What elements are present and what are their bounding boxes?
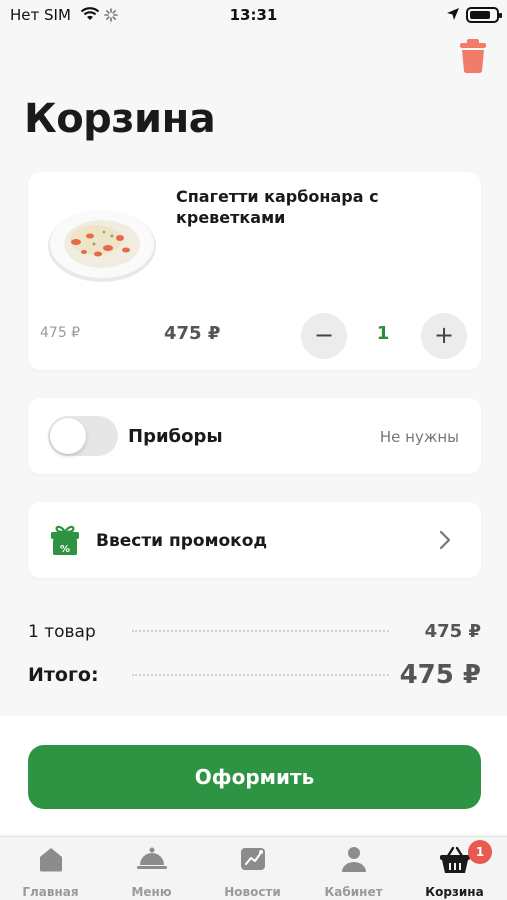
dish-image (46, 206, 158, 286)
tab-label: Кабинет (324, 885, 383, 899)
clear-cart-trash-icon[interactable] (458, 38, 488, 78)
cutlery-label: Приборы (128, 426, 223, 447)
item-name[interactable]: Спагетти карбонара с креветками (176, 186, 466, 228)
cutlery-toggle[interactable] (48, 416, 118, 456)
basket-icon (439, 845, 471, 879)
tab-news[interactable]: Новости (202, 837, 303, 900)
promo-code-label: Ввести промокод (96, 531, 268, 551)
quantity-value: 1 (376, 323, 390, 344)
cutlery-status: Не нужны (379, 428, 459, 446)
gift-icon: % (50, 524, 80, 560)
status-bar: Нет SIM 13:31 (0, 0, 507, 32)
tab-home[interactable]: Главная (0, 837, 101, 900)
item-old-price: 475 ₽ (40, 325, 81, 341)
chevron-right-icon (439, 530, 451, 554)
tab-label: Меню (131, 885, 172, 899)
cart-item-card: Спагетти карбонара с креветками 475 ₽ 47… (28, 172, 481, 370)
promo-code-row[interactable]: % Ввести промокод (28, 502, 481, 578)
item-price: 475 ₽ (164, 323, 221, 344)
toggle-knob (50, 418, 86, 454)
user-icon (340, 845, 368, 877)
location-arrow-icon (446, 7, 460, 25)
cart-count-badge: 1 (468, 840, 492, 864)
tab-label: Главная (22, 885, 79, 899)
tab-label: Новости (224, 885, 281, 899)
dotted-leader (132, 630, 389, 632)
items-summary-row: 1 товар 475 ₽ (28, 620, 481, 644)
total-row: Итого: 475 ₽ (28, 660, 481, 690)
tab-label: Корзина (425, 885, 484, 899)
cloche-icon (136, 845, 168, 877)
checkout-button[interactable]: Оформить (28, 745, 481, 809)
decrease-quantity-button[interactable]: − (301, 313, 347, 359)
tab-menu[interactable]: Меню (101, 837, 202, 900)
page-title: Корзина (24, 96, 216, 142)
svg-text:%: % (60, 544, 70, 555)
increase-quantity-button[interactable]: + (421, 313, 467, 359)
clock: 13:31 (229, 6, 278, 24)
total-value: 475 ₽ (399, 660, 481, 690)
home-icon (37, 845, 65, 877)
cutlery-row: Приборы Не нужны (28, 398, 481, 474)
tab-profile[interactable]: Кабинет (303, 837, 404, 900)
tab-bar: Главная Меню Новости Кабинет Корзина (0, 836, 507, 900)
items-subtotal: 475 ₽ (424, 621, 481, 642)
news-icon (239, 845, 267, 877)
battery-icon (466, 7, 502, 23)
dotted-leader (132, 674, 389, 676)
items-count-label: 1 товар (28, 622, 96, 642)
total-label: Итого: (28, 664, 99, 686)
